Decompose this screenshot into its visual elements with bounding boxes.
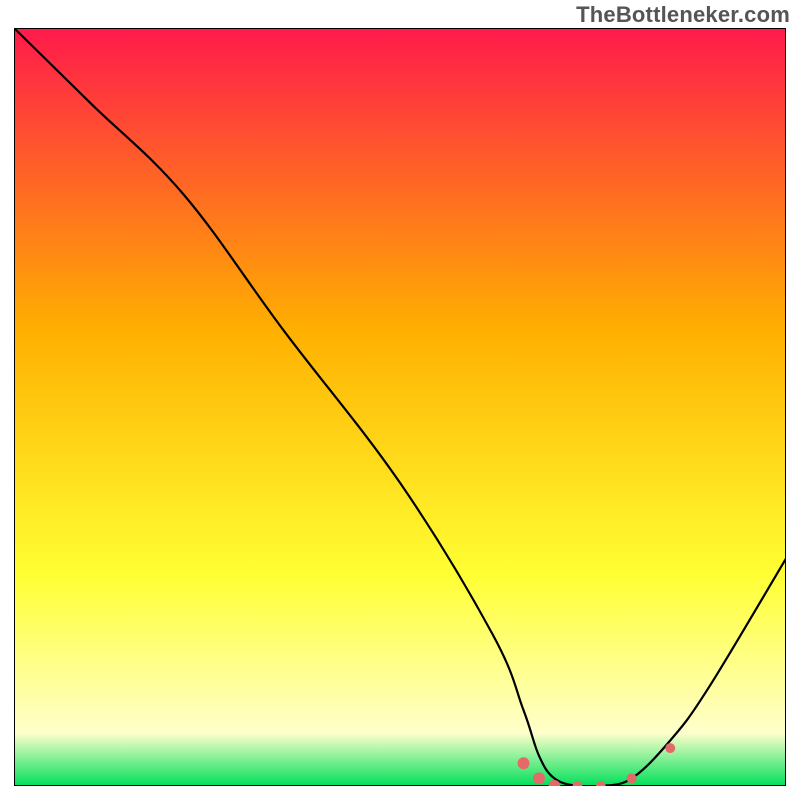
chart-container: TheBottleneker.com — [0, 0, 800, 800]
gradient-background — [14, 28, 786, 786]
marker-trough-end — [665, 743, 675, 753]
watermark-text: TheBottleneker.com — [576, 2, 790, 28]
marker-trough-a — [533, 772, 545, 784]
chart-svg — [14, 28, 786, 786]
marker-trough-e — [627, 773, 637, 783]
marker-trough-start — [518, 757, 530, 769]
plot-area — [14, 28, 786, 786]
